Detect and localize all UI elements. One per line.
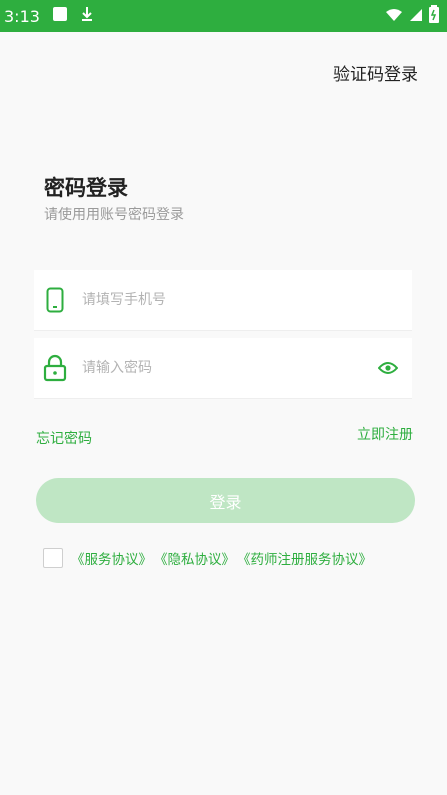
pharmacist-agreement-link[interactable]: 《药师注册服务协议》 (237, 548, 372, 568)
page-subtitle: 请使用用账号密码登录 (44, 207, 184, 223)
battery-icon (429, 5, 439, 27)
service-agreement-link[interactable]: 《服务协议》 (71, 548, 152, 568)
phone-field[interactable] (34, 270, 412, 331)
status-bar: 3:13 (0, 0, 447, 32)
page-title: 密码登录 (44, 176, 128, 200)
password-input[interactable] (80, 359, 378, 377)
register-link[interactable]: 立即注册 (357, 424, 413, 444)
signal-icon (409, 7, 423, 26)
download-icon (80, 6, 94, 26)
lock-icon (42, 354, 68, 382)
square-icon (52, 6, 68, 26)
status-time: 3:13 (4, 6, 40, 26)
privacy-agreement-link[interactable]: 《隐私协议》 (154, 548, 235, 568)
wifi-icon (385, 7, 403, 26)
sms-login-link[interactable]: 验证码登录 (333, 60, 418, 85)
agreement-row: 《服务协议》 《隐私协议》 《药师注册服务协议》 (43, 548, 372, 568)
phone-icon (42, 287, 68, 313)
password-field[interactable] (34, 338, 412, 399)
forgot-password-link[interactable]: 忘记密码 (36, 428, 92, 448)
login-button[interactable]: 登录 (36, 478, 415, 523)
eye-icon[interactable] (378, 361, 398, 375)
agreement-checkbox[interactable] (43, 548, 63, 568)
phone-input[interactable] (80, 291, 412, 309)
